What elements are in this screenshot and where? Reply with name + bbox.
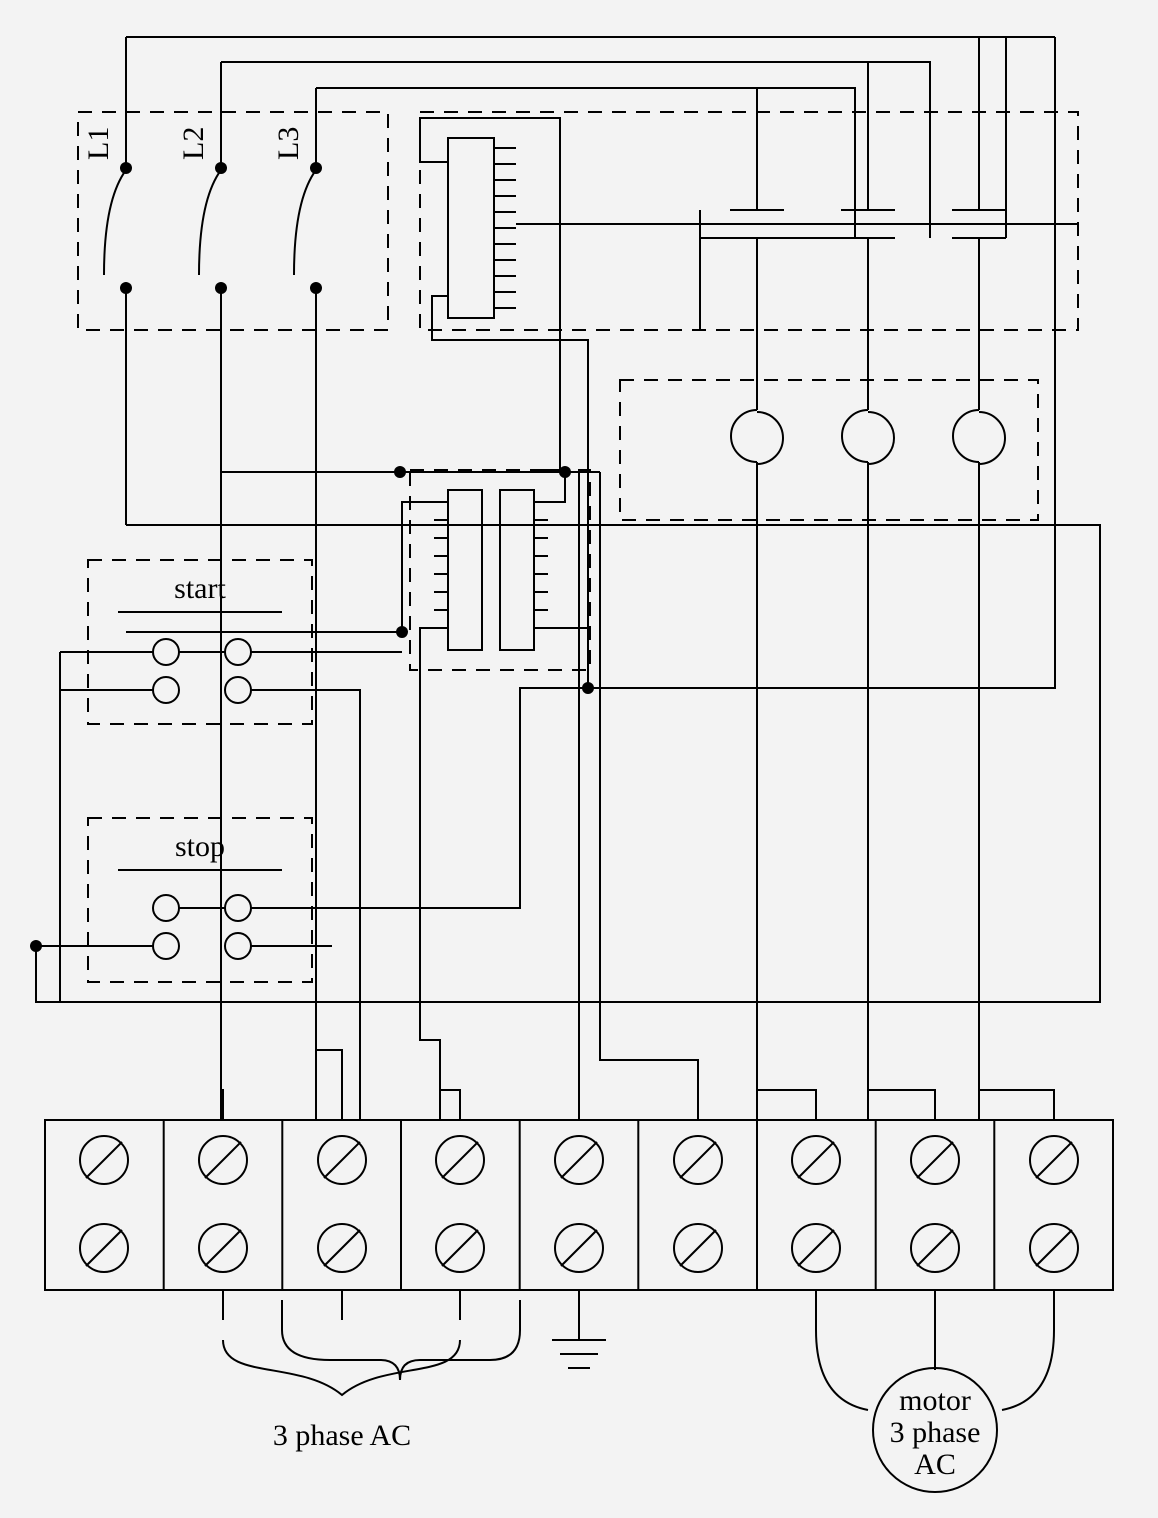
overload-heaters bbox=[731, 360, 1005, 1120]
contactor-right-poles bbox=[700, 210, 855, 330]
wiring-diagram: L1 L2 L3 start stop bbox=[0, 0, 1158, 1518]
label-motor-3: AC bbox=[914, 1448, 956, 1481]
label-l2: L2 bbox=[177, 127, 210, 160]
label-motor-2: 3 phase bbox=[890, 1416, 981, 1449]
label-start: start bbox=[174, 572, 226, 605]
label-motor-1: motor bbox=[899, 1384, 971, 1417]
label-3phase-ac: 3 phase AC bbox=[273, 1419, 411, 1452]
label-l3: L3 bbox=[272, 127, 305, 160]
label-l1: L1 bbox=[82, 127, 115, 160]
label-stop: stop bbox=[175, 830, 225, 863]
